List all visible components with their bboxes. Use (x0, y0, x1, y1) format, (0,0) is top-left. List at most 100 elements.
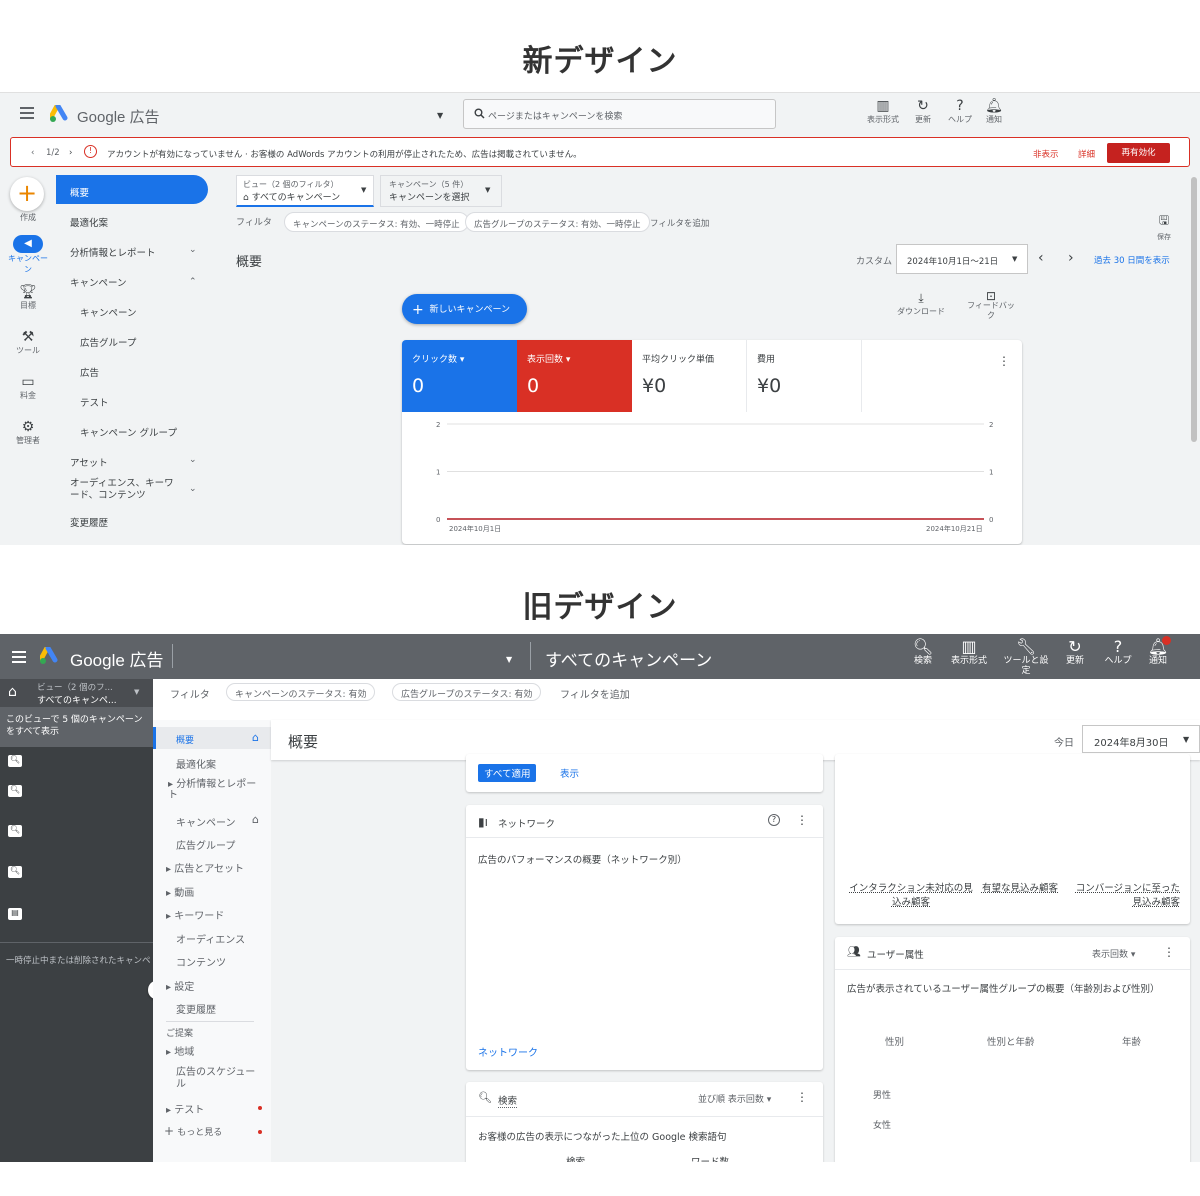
nav-campaigns[interactable]: キャンペーン (80, 305, 137, 319)
chevron-down-icon[interactable]: ⌄ (189, 455, 197, 465)
new-campaign-button[interactable]: + 新しいキャンペーン (402, 294, 527, 324)
nav-change-history[interactable]: 変更履歴 (176, 1001, 216, 1016)
save-button[interactable]: 🖫︎ 保存 (1152, 211, 1176, 242)
date-range-picker[interactable]: 2024年10月1日～21日 ▼ (896, 244, 1028, 274)
metric-avg-cpc[interactable]: 平均クリック単価 ¥0 (632, 340, 747, 412)
nav-audiences-keywords[interactable]: オーディエンス、キーワード、コンテンツ (70, 478, 182, 502)
apply-all-button[interactable]: すべて適用 (478, 764, 537, 782)
nav-overview[interactable]: 概要 (70, 185, 89, 199)
last-30-days-link[interactable]: 過去 30 日間を表示 (1094, 254, 1170, 266)
alert-details-link[interactable]: 詳細 (1078, 148, 1095, 160)
campaign-search-icon[interactable]: 🔍︎ (8, 866, 22, 878)
campaign-selector[interactable]: キャンペーン（5 件） キャンペーンを選択 ▼ (380, 175, 502, 207)
download-button[interactable]: ⤓ ダウンロード (896, 291, 946, 317)
metric-impressions[interactable]: 表示回数 ▾ 0 (517, 340, 632, 412)
nav-campaigns-group[interactable]: キャンペーン (70, 275, 127, 289)
chevron-down-icon[interactable]: ⌄ (189, 484, 197, 494)
campaign-display-icon[interactable]: ▤ (8, 908, 22, 920)
filter-chip-adgroup-status[interactable]: 広告グループのステータス: 有効 (392, 683, 542, 701)
metric-cost[interactable]: 費用 ¥0 (747, 340, 862, 412)
menu-icon[interactable] (20, 107, 34, 119)
sort-selector[interactable]: 並び順 表示回数 ▾ (698, 1092, 771, 1105)
campaign-search-icon[interactable]: 🔍︎ (8, 785, 22, 797)
campaign-search-icon[interactable]: 🔍︎ (8, 755, 22, 767)
show-link[interactable]: 表示 (560, 766, 579, 780)
more-vert-icon[interactable]: ⋮ (796, 1090, 808, 1104)
chevron-up-icon[interactable]: ⌃ (189, 277, 197, 287)
nav-recommendations[interactable]: 最適化案 (70, 215, 108, 229)
toolbar-notifications[interactable]: 🔔︎ 通知 (974, 98, 1014, 125)
alert-hide-link[interactable]: 非表示 (1033, 148, 1059, 160)
nav-locations[interactable]: ▸ 地域 (166, 1043, 194, 1058)
nav-campaign-groups[interactable]: キャンペーン グループ (80, 425, 177, 439)
tab-gender-age[interactable]: 性別と年齢 (987, 1034, 1035, 1048)
nav-ad-groups[interactable]: 広告グループ (80, 335, 136, 349)
toolbar-tools-settings[interactable]: 🔧︎ ツールと設定 (1003, 638, 1049, 677)
rail-campaigns[interactable]: ◀︎ キャンペーン (8, 235, 48, 275)
nav-more[interactable]: + もっと見る (164, 1124, 222, 1138)
filter-chip-campaign-status[interactable]: キャンペーンのステータス: 有効 (226, 683, 376, 701)
toolbar-notifications[interactable]: 🔔︎ 通知 (1135, 638, 1181, 667)
nav-experiments[interactable]: テスト (80, 395, 109, 409)
campaign-search-icon[interactable]: 🔍︎ (8, 825, 22, 837)
toolbar-display[interactable]: ▥ 表示形式 (946, 638, 992, 667)
previous-period-icon[interactable]: ‹ (1038, 250, 1044, 266)
rail-admin[interactable]: ⚙ 管理者 (8, 420, 48, 446)
nav-campaigns[interactable]: キャンペーン (176, 814, 236, 829)
nav-ad-groups[interactable]: 広告グループ (176, 837, 235, 852)
search-input[interactable]: ページまたはキャンペーンを検索 (463, 99, 776, 129)
network-link[interactable]: ネットワーク (478, 1044, 538, 1059)
nav-keywords[interactable]: ▸ キーワード (166, 907, 224, 922)
save-icon: 🖫︎ (1158, 213, 1170, 227)
toolbar-refresh[interactable]: ↻ 更新 (1052, 638, 1098, 667)
toolbar-search[interactable]: 🔍︎ 検索 (900, 638, 946, 667)
nav-insights-reports[interactable]: 分析情報とレポート (70, 245, 156, 259)
divider (0, 942, 153, 943)
nav-ads[interactable]: 広告 (80, 365, 99, 379)
date-picker[interactable]: 2024年8月30日 ▼ (1082, 725, 1200, 753)
add-filter-link[interactable]: フィルタを追加 (560, 686, 630, 701)
nav-content[interactable]: コンテンツ (176, 954, 226, 969)
chevron-down-icon[interactable]: ⌄ (189, 245, 197, 255)
metric-cost-value: ¥0 (757, 375, 782, 397)
nav-ads-assets[interactable]: ▸ 広告とアセット (166, 860, 244, 875)
nav-ad-schedule[interactable]: 広告のスケジュール (176, 1067, 260, 1091)
view-selector[interactable]: ビュー（2 個のフィルタ） ⌂ すべてのキャンペーン ▼ (236, 175, 374, 207)
metric-selector[interactable]: 表示回数 ▾ (1092, 947, 1135, 960)
nav-change-history[interactable]: 変更履歴 (70, 515, 108, 529)
account-dropdown-icon[interactable]: ▼ (437, 111, 443, 120)
more-vert-icon[interactable]: ⋮ (1163, 945, 1175, 959)
create-button[interactable]: + (10, 177, 44, 211)
toolbar-display[interactable]: ▥ 表示形式 (863, 98, 903, 125)
more-vert-icon[interactable]: ⋮ (998, 354, 1010, 368)
nav-recommendations[interactable]: 最適化案 (176, 756, 216, 771)
scrollbar[interactable] (1191, 177, 1197, 442)
feedback-button[interactable]: ⊡ フィードバック (966, 290, 1016, 321)
rail-tools[interactable]: ⚒ ツール (8, 330, 48, 356)
filter-chip-campaign-status[interactable]: キャンペーンのステータス: 有効、一時停止 (284, 212, 469, 232)
nav-insights-reports[interactable]: ▸ 分析情報とレポート (168, 779, 258, 801)
nav-experiments[interactable]: ▸ テスト (166, 1101, 204, 1116)
toolbar-refresh[interactable]: ↻ 更新 (903, 98, 943, 125)
nav-assets[interactable]: アセット (70, 455, 108, 469)
filter-chip-adgroup-status[interactable]: 広告グループのステータス: 有効、一時停止 (465, 212, 650, 232)
tab-gender[interactable]: 性別 (885, 1034, 904, 1048)
view-selector[interactable]: ⌂ ビュー（2 個のフ... すべてのキャンペ... ▼ (0, 679, 153, 707)
account-dropdown-icon[interactable]: ▼ (506, 655, 512, 664)
nav-overview[interactable]: 概要 (176, 733, 194, 746)
metric-clicks[interactable]: クリック数 ▾ 0 (402, 340, 517, 412)
rail-billing[interactable]: ▭ 料金 (8, 375, 48, 401)
rail-goals[interactable]: 🏆︎ 目標 (8, 285, 48, 311)
nav-settings[interactable]: ▸ 設定 (166, 978, 194, 993)
prev-alert-icon[interactable]: ‹ (31, 148, 34, 158)
more-vert-icon[interactable]: ⋮ (796, 813, 808, 827)
next-period-icon[interactable]: › (1068, 250, 1074, 266)
reactivate-button[interactable]: 再有効化 (1107, 143, 1170, 163)
tab-age[interactable]: 年齢 (1122, 1034, 1141, 1048)
next-alert-icon[interactable]: › (69, 148, 72, 158)
nav-videos[interactable]: ▸ 動画 (166, 884, 194, 899)
help-icon[interactable]: ? (768, 814, 780, 826)
menu-icon[interactable] (12, 651, 26, 663)
add-filter-link[interactable]: フィルタを追加 (650, 217, 709, 229)
nav-audiences[interactable]: オーディエンス (176, 931, 245, 946)
